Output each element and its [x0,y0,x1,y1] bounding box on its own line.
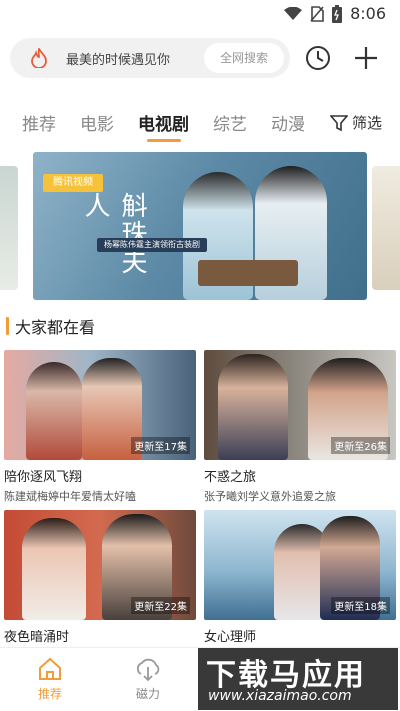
nav-magnet[interactable]: 磁力 [118,656,178,702]
featured-banner[interactable]: 腾讯视频 斛珠夫人 杨幂陈伟霆主演领衔古装剧 [33,152,367,300]
status-icons: 8:06 [284,4,386,23]
filter-button[interactable]: 筛选 [330,112,382,133]
video-title: 夜色暗涌时 [4,630,70,645]
watermark-url: www.xiazaimao.com [208,688,352,704]
video-title: 女心理师 [204,630,257,645]
history-icon[interactable] [304,44,332,72]
category-tabs: 推荐 电影 电视剧 综艺 动漫 筛选 [0,104,400,144]
tab-variety[interactable]: 综艺 [213,110,247,135]
filter-label: 筛选 [352,114,383,132]
watermark: 下载马应用 www.xiazaimao.com [198,648,398,710]
tab-movie[interactable]: 电影 [80,110,114,135]
nav-recommend[interactable]: 推荐 [20,656,80,702]
banner-badge: 腾讯视频 [43,174,103,192]
status-bar: 8:06 [0,0,400,28]
thumb-figure [22,518,86,620]
banner-carousel[interactable]: 腾讯视频 斛珠夫人 杨幂陈伟霆主演领衔古装剧 [0,152,400,302]
nav-magnet-label: 磁力 [135,687,160,701]
nav-recommend-label: 推荐 [37,687,62,701]
banner-guqin [198,260,298,286]
video-card[interactable]: 更新至18集 女心理师 [204,510,396,645]
flame-icon [31,48,47,68]
section-title: 大家都在看 [15,318,96,337]
search-bar[interactable]: 最美的时候遇见你 全网搜索 [10,38,290,78]
video-title: 不惑之旅 [204,470,257,485]
tab-anime[interactable]: 动漫 [271,110,305,135]
video-card[interactable]: 更新至17集 陪你逐风飞翔 陈建斌梅婷中年爱情太好嗑 [4,350,196,504]
video-description: 陈建斌梅婷中年爱情太好嗑 [4,490,136,503]
episode-badge: 更新至18集 [331,597,390,614]
video-card[interactable]: 更新至22集 夜色暗涌时 [4,510,196,645]
video-description: 张予曦刘学义意外追爱之旅 [204,490,336,503]
video-thumbnail[interactable]: 更新至22集 [4,510,196,620]
thumb-figure [218,354,288,460]
episode-badge: 更新至17集 [131,437,190,454]
video-card[interactable]: 更新至26集 不惑之旅 张予曦刘学义意外追爱之旅 [204,350,396,504]
add-icon[interactable] [352,44,380,72]
wifi-icon [284,6,303,20]
cloud-download-icon [136,658,160,682]
next-banner-peek[interactable] [372,166,400,290]
video-title: 陪你逐风飞翔 [4,470,83,485]
tab-recommend[interactable]: 推荐 [22,110,56,135]
episode-badge: 更新至26集 [331,437,390,454]
banner-subtitle: 杨幂陈伟霆主演领衔古装剧 [97,238,207,252]
prev-banner-peek[interactable] [0,166,18,290]
clock: 8:06 [350,4,386,23]
tab-tv-series[interactable]: 电视剧 [138,110,189,135]
home-icon [39,657,61,680]
no-sim-icon [310,5,324,22]
video-thumbnail[interactable]: 更新至26集 [204,350,396,460]
search-hint: 最美的时候遇见你 [66,53,171,68]
video-thumbnail[interactable]: 更新至18集 [204,510,396,620]
section-accent-bar [6,317,9,335]
global-search-button[interactable]: 全网搜索 [204,43,284,73]
filter-icon [330,114,348,131]
battery-icon [332,4,343,23]
active-tab-indicator [147,139,181,142]
episode-badge: 更新至22集 [131,597,190,614]
section-header: 大家都在看 [6,314,95,338]
video-thumbnail[interactable]: 更新至17集 [4,350,196,460]
thumb-figure [26,362,82,460]
